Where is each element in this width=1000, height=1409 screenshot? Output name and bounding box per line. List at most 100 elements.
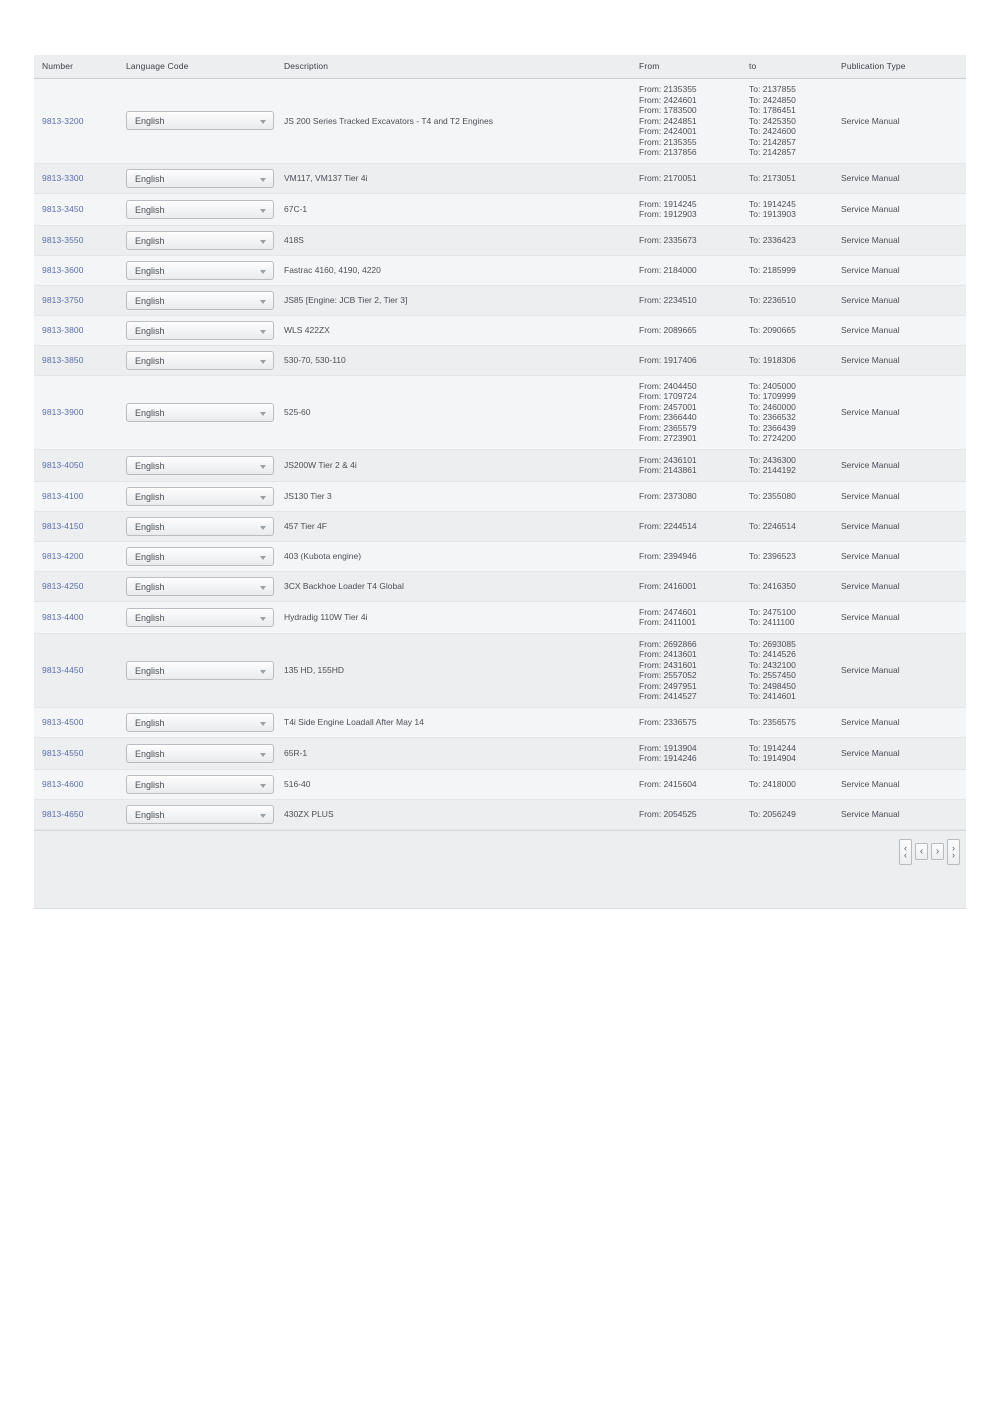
serial-to-value: To: 2185999: [749, 264, 796, 275]
serial-to-value: To: 2366439: [749, 422, 796, 433]
table-row: 9813-3300 English VM117, VM137 Tier 4i From…: [34, 163, 966, 194]
cell-description: Hydradig 110W Tier 4i: [276, 601, 631, 634]
publication-number-link[interactable]: 9813-3800: [42, 325, 84, 335]
language-select[interactable]: English: [126, 516, 274, 536]
language-select-value: English: [135, 407, 165, 418]
publication-number-link[interactable]: 9813-4100: [42, 491, 84, 501]
serial-to-value: To: 2411100: [749, 617, 795, 627]
cell-language: English: [118, 799, 276, 830]
language-select[interactable]: English: [126, 230, 274, 250]
serial-to-value: To: 1914904: [749, 753, 796, 763]
language-select[interactable]: English: [126, 660, 274, 680]
column-header-publication-type[interactable]: Publication Type: [833, 55, 966, 79]
language-select-value: English: [135, 235, 165, 246]
publication-number-link[interactable]: 9813-3600: [42, 265, 84, 275]
language-select[interactable]: English: [126, 486, 274, 506]
serial-from-value: From: 2692866: [639, 638, 697, 649]
publication-number-link[interactable]: 9813-4050: [42, 460, 84, 470]
publication-number-link[interactable]: 9813-4200: [42, 551, 84, 561]
language-select[interactable]: English: [126, 712, 274, 732]
serial-to-value: To: 2424600: [749, 126, 796, 136]
cell-to: To: 2416350: [741, 571, 833, 602]
cell-to: To: 2336423: [741, 225, 833, 256]
cell-publication-type: Service Manual: [833, 78, 966, 164]
language-select[interactable]: English: [126, 260, 274, 280]
publication-number-link[interactable]: 9813-3850: [42, 355, 84, 365]
publication-number-link[interactable]: 9813-4550: [42, 748, 84, 758]
serial-to-value: To: 2416350: [749, 580, 796, 591]
column-header-description[interactable]: Description: [276, 55, 631, 79]
publication-number-link[interactable]: 9813-4250: [42, 581, 84, 591]
publication-number-link[interactable]: 9813-4650: [42, 809, 84, 819]
serial-from-value: From: 2135355: [639, 136, 697, 147]
serial-to-value: To: 2336423: [749, 234, 796, 245]
cell-to: To: 2405000 To: 1709999 To: 2460000 To: 236…: [741, 375, 833, 450]
publication-number-link[interactable]: 9813-3300: [42, 173, 84, 183]
language-select[interactable]: English: [126, 455, 274, 475]
serial-from-value: From: 2414527: [639, 691, 697, 701]
table-row: 9813-3550 English 418S From: 2335673 To: 233…: [34, 225, 966, 256]
serial-from-value: From: 2170051: [639, 172, 697, 183]
serial-to-value: To: 2144192: [749, 465, 796, 475]
chevron-down-icon: [260, 177, 266, 182]
chevron-down-icon: [260, 813, 266, 818]
language-select[interactable]: English: [126, 804, 274, 824]
table-row: 9813-4200 English 403 (Kubota engine) From:…: [34, 541, 966, 572]
publication-number-link[interactable]: 9813-3900: [42, 407, 84, 417]
language-select[interactable]: English: [126, 320, 274, 340]
column-header-language[interactable]: Language Code: [118, 55, 276, 79]
cell-language: English: [118, 601, 276, 634]
column-header-to[interactable]: to: [741, 55, 833, 79]
language-select[interactable]: English: [126, 546, 274, 566]
cell-language: English: [118, 633, 276, 708]
language-select[interactable]: English: [126, 743, 274, 763]
language-select[interactable]: English: [126, 111, 274, 131]
language-select[interactable]: English: [126, 402, 274, 422]
publication-number-link[interactable]: 9813-3200: [42, 116, 84, 126]
language-select[interactable]: English: [126, 168, 274, 188]
double-chevron-left-icon: ‹ ‹: [904, 842, 907, 860]
publication-number-link[interactable]: 9813-3750: [42, 295, 84, 305]
table-row: 9813-4400 English Hydradig 110W Tier 4i Fro…: [34, 601, 966, 634]
cell-description: 430ZX PLUS: [276, 799, 631, 830]
cell-to: To: 2236510: [741, 285, 833, 316]
publication-number-link[interactable]: 9813-4450: [42, 665, 84, 675]
first-page-button[interactable]: ‹ ‹: [899, 838, 912, 865]
serial-from-value: From: 1783500: [639, 105, 697, 115]
previous-page-button[interactable]: ‹: [915, 843, 928, 860]
serial-from-value: From: 2135355: [639, 84, 697, 94]
publication-number-link[interactable]: 9813-4400: [42, 612, 84, 622]
cell-publication-type: Service Manual: [833, 707, 966, 738]
chevron-down-icon: [260, 120, 266, 125]
publication-number-link[interactable]: 9813-3550: [42, 235, 84, 245]
last-page-button[interactable]: › ›: [947, 838, 960, 865]
chevron-down-icon: [260, 525, 266, 530]
serial-to-value: To: 2414526: [749, 649, 796, 659]
cell-to: To: 2475100 To: 2411100: [741, 601, 833, 634]
serial-to-value: To: 2414601: [749, 691, 796, 701]
serial-to-value: To: 1709999: [749, 391, 796, 401]
language-select[interactable]: English: [126, 290, 274, 310]
table-row: 9813-4150 English 457 Tier 4F From: 2244514…: [34, 511, 966, 542]
cell-publication-type: Service Manual: [833, 255, 966, 286]
column-header-from[interactable]: From: [631, 55, 741, 79]
publication-number-link[interactable]: 9813-3450: [42, 204, 84, 214]
pagination-controls: ‹ ‹ ‹ › › ›: [899, 838, 960, 865]
table-row: 9813-4050 English JS200W Tier 2 & 4i From: …: [34, 449, 966, 482]
cell-publication-type: Service Manual: [833, 285, 966, 316]
cell-language: English: [118, 225, 276, 256]
publication-number-link[interactable]: 9813-4600: [42, 779, 84, 789]
cell-publication-type: Service Manual: [833, 163, 966, 194]
language-select[interactable]: English: [126, 199, 274, 219]
language-select[interactable]: English: [126, 774, 274, 794]
publication-number-link[interactable]: 9813-4150: [42, 521, 84, 531]
language-select[interactable]: English: [126, 607, 274, 627]
language-select[interactable]: English: [126, 576, 274, 596]
table-row: 9813-4600 English 516-40 From: 2415604 To: 2…: [34, 769, 966, 800]
serial-from-value: From: 2413601: [639, 649, 697, 659]
table-row: 9813-4100 English JS130 Tier 3 From: 237308…: [34, 481, 966, 512]
next-page-button[interactable]: ›: [931, 843, 944, 860]
publication-number-link[interactable]: 9813-4500: [42, 717, 84, 727]
language-select[interactable]: English: [126, 350, 274, 370]
column-header-number[interactable]: Number: [34, 55, 118, 79]
